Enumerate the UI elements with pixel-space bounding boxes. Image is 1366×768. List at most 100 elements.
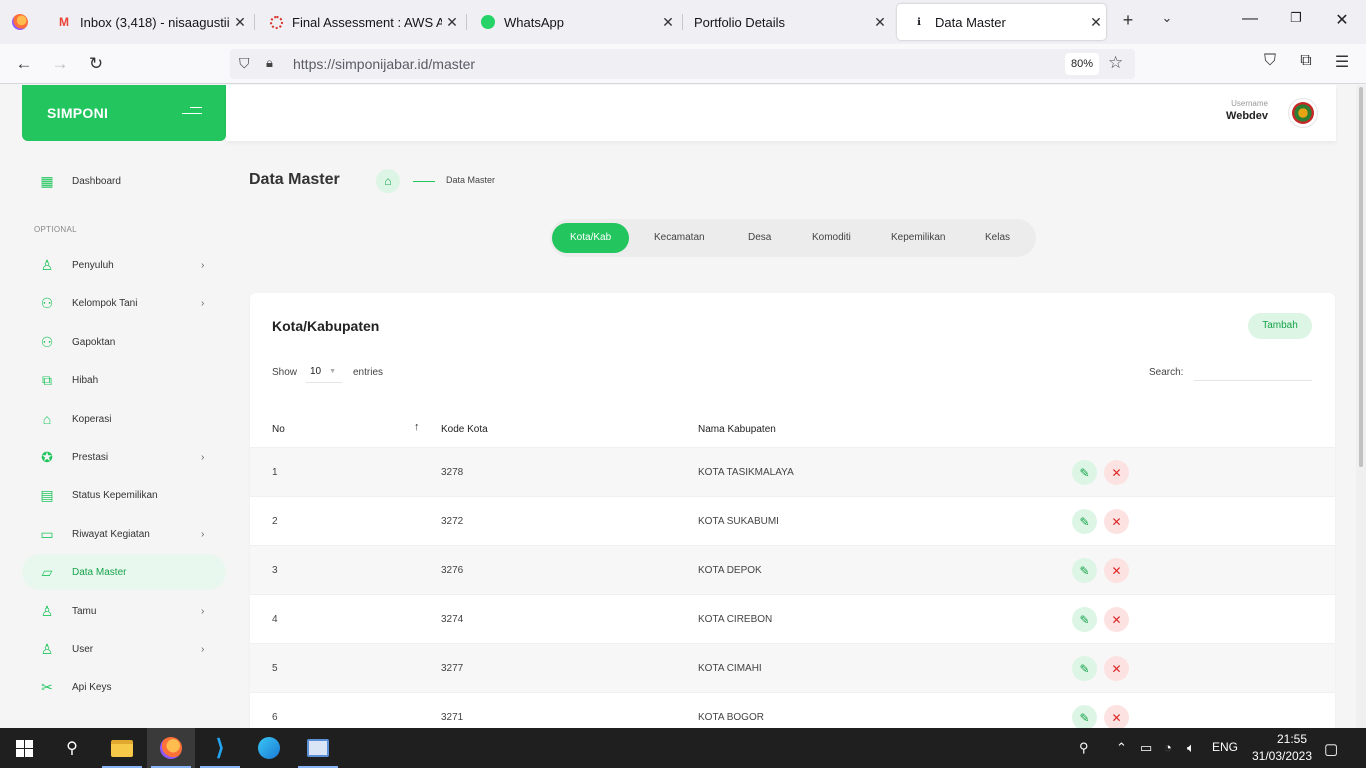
edit-icon[interactable]: ✎ xyxy=(1072,656,1097,681)
volume-icon[interactable]: 🔈︎ xyxy=(1187,740,1195,756)
edit-icon[interactable]: ✎ xyxy=(1072,705,1097,728)
delete-icon[interactable]: ✕ xyxy=(1104,509,1129,534)
zoom-indicator[interactable]: 80% xyxy=(1065,53,1100,75)
reload-icon[interactable]: ↻ xyxy=(84,52,108,76)
sidebar-item-dashboard[interactable]: ▦ Dashboard xyxy=(22,163,226,199)
shield-icon[interactable]: ⛉ xyxy=(239,55,250,72)
back-icon[interactable]: ← xyxy=(12,52,36,76)
language-indicator[interactable]: ENG xyxy=(1212,740,1238,754)
edit-icon[interactable]: ✎ xyxy=(1072,509,1097,534)
scrollbar-thumb[interactable] xyxy=(1359,87,1363,467)
edit-icon[interactable]: ✎ xyxy=(1072,558,1097,583)
close-tab-icon[interactable]: ✕ xyxy=(442,14,462,31)
sidebar-item-tamu[interactable]: ♙ Tamu › xyxy=(22,593,226,629)
forward-icon[interactable]: → xyxy=(48,52,72,76)
start-button[interactable] xyxy=(0,728,48,768)
sort-asc-icon[interactable]: ↑ xyxy=(414,421,420,433)
clock-time[interactable]: 21:55 xyxy=(1264,732,1320,746)
restore-icon[interactable]: ❐ xyxy=(1276,10,1316,26)
tab-label: Final Assessment : AWS Acade xyxy=(292,14,442,30)
clock-date[interactable]: 31/03/2023 xyxy=(1244,749,1320,763)
tab-kelas[interactable]: Kelas xyxy=(967,223,1028,253)
notifications-icon[interactable]: ▢ xyxy=(1324,740,1338,758)
sidebar-item-status-kepemilikan[interactable]: ▤ Status Kepemilikan xyxy=(22,477,226,513)
tab-kota-kab[interactable]: Kota/Kab xyxy=(552,223,630,253)
edge-icon[interactable] xyxy=(245,728,293,768)
brand-logo-text[interactable]: SIMPONI xyxy=(47,105,108,121)
column-header-no[interactable]: No xyxy=(272,424,285,435)
cell-no: 3 xyxy=(272,565,278,576)
sidebar-item-prestasi[interactable]: ✪ Prestasi › xyxy=(22,439,226,475)
delete-icon[interactable]: ✕ xyxy=(1104,656,1129,681)
file-explorer-icon[interactable] xyxy=(98,728,146,768)
tab-kepemilikan[interactable]: Kepemilikan xyxy=(873,223,963,253)
remote-desktop-icon[interactable] xyxy=(294,728,342,768)
home-icon[interactable]: ⌂ xyxy=(376,169,400,193)
user-name[interactable]: Webdev xyxy=(1226,110,1268,122)
url-text[interactable]: https://simponijabar.id/master xyxy=(293,56,475,72)
sidebar-item-user[interactable]: ♙ User › xyxy=(22,631,226,667)
search-input[interactable] xyxy=(1194,357,1312,381)
chevron-up-icon[interactable]: ⌃ xyxy=(1116,740,1127,756)
column-header-kode-kota[interactable]: Kode Kota xyxy=(441,424,488,435)
browser-tab-data-master[interactable]: ℹ Data Master ✕ xyxy=(897,4,1106,40)
sidebar-item-gapoktan[interactable]: ⚇ Gapoktan xyxy=(22,324,226,360)
delete-icon[interactable]: ✕ xyxy=(1104,460,1129,485)
sidebar-item-data-master[interactable]: ▱ Data Master xyxy=(22,554,226,590)
delete-icon[interactable]: ✕ xyxy=(1104,607,1129,632)
browser-tab-inbox[interactable]: M Inbox (3,418) - nisaagustiina@ ✕ xyxy=(42,4,250,40)
chevron-down-icon: ▼ xyxy=(329,368,336,375)
hamburger-menu-icon[interactable]: ☰ xyxy=(1330,52,1354,72)
card-title: Kota/Kabupaten xyxy=(272,318,380,334)
tab-desa[interactable]: Desa xyxy=(730,223,789,253)
close-window-icon[interactable]: ✕ xyxy=(1322,10,1362,30)
table-row: 4 3274 KOTA CIREBON ✎ ✕ xyxy=(250,594,1335,643)
cell-nama-kabupaten: KOTA SUKABUMI xyxy=(698,516,779,527)
entries-select[interactable]: 10 ▼ xyxy=(306,361,342,383)
url-bar[interactable]: ⛉ 🔒︎ https://simponijabar.id/master 80% … xyxy=(230,49,1135,79)
battery-icon[interactable]: ▭ xyxy=(1140,740,1152,756)
tab-kecamatan[interactable]: Kecamatan xyxy=(636,223,723,253)
close-tab-icon[interactable]: ✕ xyxy=(1086,14,1106,31)
close-tab-icon[interactable]: ✕ xyxy=(870,14,890,31)
sidebar-item-api-keys[interactable]: ✂ Api Keys xyxy=(22,669,226,705)
pocket-icon[interactable]: ⛉ xyxy=(1258,52,1282,70)
tab-komoditi[interactable]: Komoditi xyxy=(794,223,869,253)
close-tab-icon[interactable]: ✕ xyxy=(230,14,250,31)
lock-icon[interactable]: 🔒︎ xyxy=(266,55,273,71)
extensions-icon[interactable]: ⧉ xyxy=(1294,52,1318,70)
sidebar-item-penyuluh[interactable]: ♙ Penyuluh › xyxy=(22,247,226,283)
sidebar-item-label: User xyxy=(72,643,94,655)
sidebar-item-kelompok-tani[interactable]: ⚇ Kelompok Tani › xyxy=(22,285,226,321)
edit-icon[interactable]: ✎ xyxy=(1072,460,1097,485)
new-tab-icon[interactable]: + xyxy=(1116,10,1140,31)
cell-no: 2 xyxy=(272,516,278,527)
browser-tab-portfolio[interactable]: Portfolio Details ✕ xyxy=(680,4,890,40)
cell-no: 1 xyxy=(272,467,278,478)
minimize-icon[interactable]: — xyxy=(1230,10,1270,28)
people-icon[interactable]: ⚲ xyxy=(1079,740,1089,756)
browser-nav-bar: ← → ↻ ⛉ 🔒︎ https://simponijabar.id/maste… xyxy=(0,44,1366,84)
search-icon[interactable]: ⚲ xyxy=(48,728,96,768)
avatar[interactable] xyxy=(1288,98,1318,128)
sidebar-item-koperasi[interactable]: ⌂ Koperasi xyxy=(22,401,226,437)
firefox-menu-icon[interactable] xyxy=(0,0,40,44)
list-tabs-icon[interactable]: ⌄ xyxy=(1155,10,1179,26)
close-tab-icon[interactable]: ✕ xyxy=(658,14,678,31)
sidebar-toggle-icon[interactable] xyxy=(182,107,202,119)
edit-icon[interactable]: ✎ xyxy=(1072,607,1097,632)
sidebar-item-label: Tamu xyxy=(72,605,97,617)
browser-tab-aws[interactable]: Final Assessment : AWS Acade ✕ xyxy=(254,4,462,40)
bookmark-star-icon[interactable]: ☆ xyxy=(1108,53,1123,73)
wifi-icon[interactable]: ◔ xyxy=(1164,740,1172,755)
sidebar-item-riwayat-kegiatan[interactable]: ▭ Riwayat Kegiatan › xyxy=(22,516,226,552)
sidebar-item-hibah[interactable]: ⧉ Hibah xyxy=(22,362,226,398)
vscode-icon[interactable]: ⟩ xyxy=(196,728,244,768)
delete-icon[interactable]: ✕ xyxy=(1104,558,1129,583)
column-header-nama-kabupaten[interactable]: Nama Kabupaten xyxy=(698,424,776,435)
browser-tab-whatsapp[interactable]: WhatsApp ✕ xyxy=(466,4,678,40)
page-scrollbar[interactable] xyxy=(1356,85,1366,728)
firefox-taskbar-icon[interactable] xyxy=(147,728,195,768)
add-button[interactable]: Tambah xyxy=(1248,313,1312,339)
delete-icon[interactable]: ✕ xyxy=(1104,705,1129,728)
